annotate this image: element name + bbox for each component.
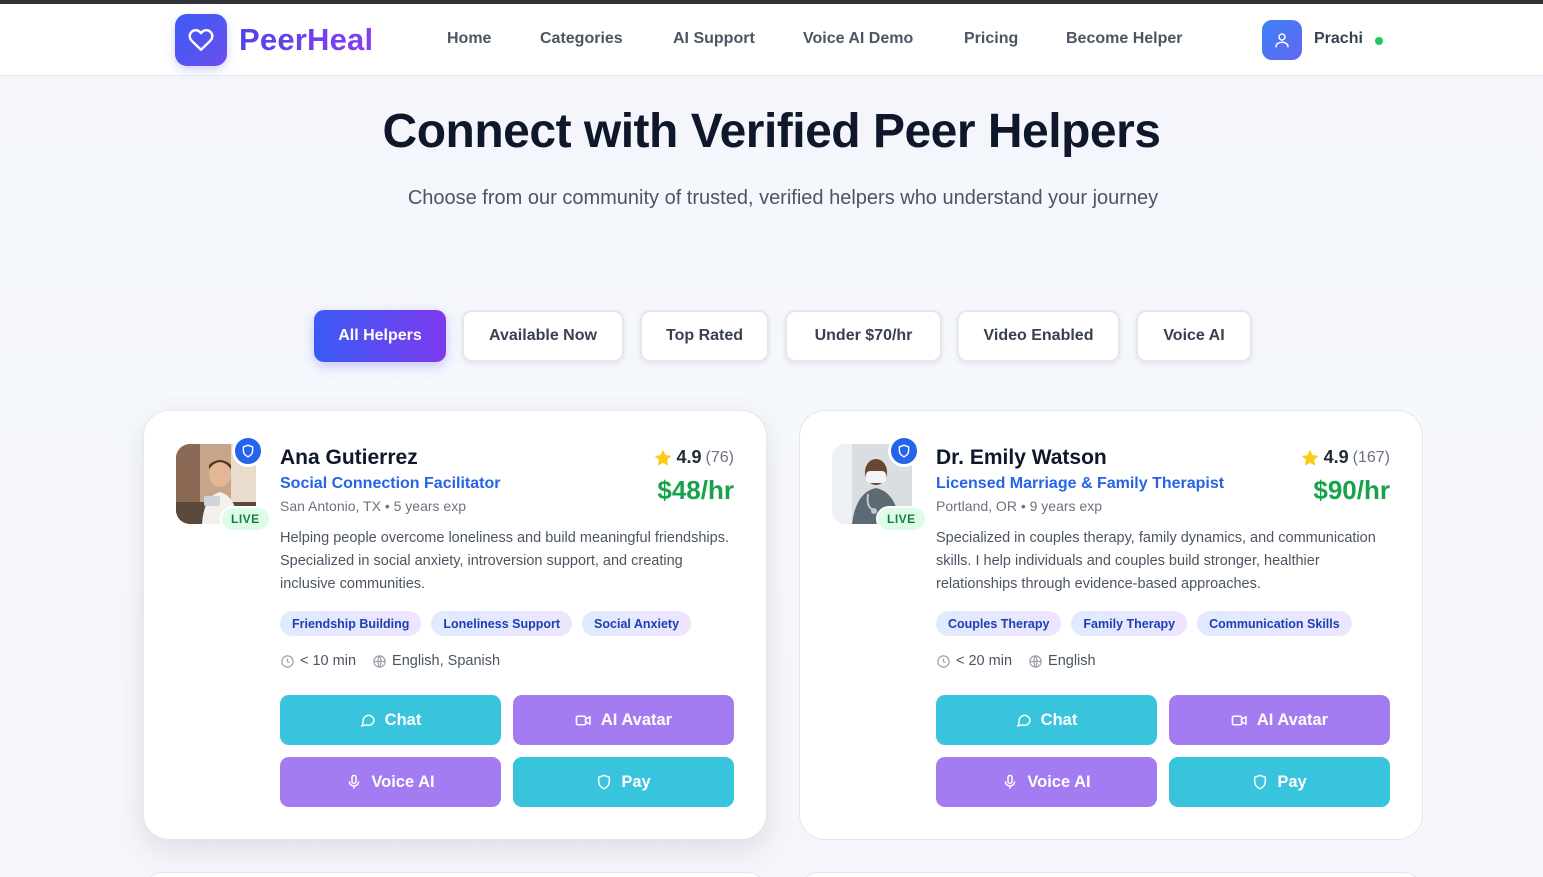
helper-price: $90/hr xyxy=(1313,475,1390,505)
clock-icon xyxy=(281,654,294,668)
star-icon xyxy=(1301,449,1318,466)
nav-link-voice-ai-demo[interactable]: Voice AI Demo xyxy=(803,30,913,48)
ai-avatar-button[interactable]: AI Avatar xyxy=(513,695,734,745)
helper-meta: Portland, OR • 9 years exp xyxy=(936,498,1102,514)
helper-info: < 20 min English xyxy=(936,653,1096,669)
nav-link-pricing[interactable]: Pricing xyxy=(964,30,1018,48)
clock-icon xyxy=(937,654,950,668)
chat-button[interactable]: Chat xyxy=(280,695,501,745)
helper-location: Portland, OR xyxy=(936,498,1017,514)
helper-location: San Antonio, TX xyxy=(280,498,381,514)
filter-available-now[interactable]: Available Now xyxy=(462,310,624,362)
ai-avatar-button[interactable]: AI Avatar xyxy=(1169,695,1390,745)
languages: English, Spanish xyxy=(392,653,501,669)
nav-link-categories[interactable]: Categories xyxy=(540,30,623,48)
helper-card-partial[interactable] xyxy=(143,872,767,877)
pay-button[interactable]: Pay xyxy=(513,757,734,807)
chat-bubble-icon xyxy=(360,714,375,728)
logo-badge[interactable] xyxy=(175,14,227,66)
microphone-icon xyxy=(1004,774,1016,789)
helper-card[interactable]: LIVE Dr. Emily Watson Licensed Marriage … xyxy=(799,410,1423,840)
helper-card-partial[interactable] xyxy=(799,872,1423,877)
shield-icon xyxy=(598,774,611,790)
helper-experience: 5 years exp xyxy=(393,498,466,514)
helper-card[interactable]: LIVE Ana Gutierrez Social Connection Fac… xyxy=(143,410,767,840)
user-avatar[interactable] xyxy=(1262,20,1302,60)
helper-experience: 9 years exp xyxy=(1029,498,1102,514)
ai-avatar-button-label: AI Avatar xyxy=(1256,710,1329,729)
chat-button-label: Chat xyxy=(384,710,422,729)
helper-meta: San Antonio, TX • 5 years exp xyxy=(280,498,466,514)
specialty-tag: Social Anxiety xyxy=(582,611,692,636)
specialty-tag: Family Therapy xyxy=(1071,611,1188,636)
response-time: < 10 min xyxy=(300,653,357,669)
helper-info: < 10 min English, Spanish xyxy=(280,653,500,669)
globe-icon xyxy=(1029,654,1042,668)
helper-name[interactable]: Dr. Emily Watson xyxy=(936,446,1107,470)
helper-role: Social Connection Facilitator xyxy=(280,475,501,492)
microphone-icon xyxy=(348,774,360,789)
voice-ai-button-label: Voice AI xyxy=(371,772,435,791)
nav-link-become-helper[interactable]: Become Helper xyxy=(1066,30,1183,48)
verified-badge xyxy=(232,435,264,467)
filter-top-rated[interactable]: Top Rated xyxy=(640,310,769,362)
voice-ai-button-label: Voice AI xyxy=(1027,772,1091,791)
verified-badge xyxy=(888,435,920,467)
filter-video-enabled[interactable]: Video Enabled xyxy=(957,310,1120,362)
specialty-tag: Couples Therapy xyxy=(936,611,1062,636)
chat-button-label: Chat xyxy=(1040,710,1078,729)
helper-rating: 4.9 (167) xyxy=(1300,447,1390,468)
filter-voice-ai[interactable]: Voice AI xyxy=(1136,310,1252,362)
navbar: PeerHeal Home Categories AI Support Voic… xyxy=(0,4,1543,76)
live-badge: LIVE xyxy=(876,506,927,532)
filter-all-helpers[interactable]: All Helpers xyxy=(314,310,446,362)
page-subtitle: Choose from our community of trusted, ve… xyxy=(407,187,1159,209)
helper-price: $48/hr xyxy=(657,475,734,505)
video-camera-icon xyxy=(575,714,591,726)
voice-ai-button[interactable]: Voice AI xyxy=(280,757,501,807)
specialty-tag: Friendship Building xyxy=(280,611,422,636)
review-count: (76) xyxy=(705,448,734,466)
live-badge: LIVE xyxy=(220,506,271,532)
review-count: (167) xyxy=(1352,448,1390,466)
helper-name[interactable]: Ana Gutierrez xyxy=(280,446,418,470)
online-status-dot xyxy=(1375,37,1383,45)
rating-value: 4.9 xyxy=(676,447,702,467)
chat-bubble-icon xyxy=(1016,714,1031,728)
video-camera-icon xyxy=(1231,714,1247,726)
user-icon xyxy=(1275,33,1289,48)
helper-description: Specialized in couples therapy, family d… xyxy=(936,530,1376,592)
nav-link-home[interactable]: Home xyxy=(447,30,491,48)
heart-icon xyxy=(188,29,214,51)
star-icon xyxy=(654,449,671,466)
specialty-tag: Loneliness Support xyxy=(431,611,573,636)
chat-button[interactable]: Chat xyxy=(936,695,1157,745)
voice-ai-button[interactable]: Voice AI xyxy=(936,757,1157,807)
shield-icon xyxy=(1254,774,1267,790)
pay-button[interactable]: Pay xyxy=(1169,757,1390,807)
brand-name[interactable]: PeerHeal xyxy=(239,22,373,58)
user-name[interactable]: Prachi xyxy=(1314,30,1363,48)
pay-button-label: Pay xyxy=(1277,772,1307,791)
response-time: < 20 min xyxy=(956,653,1013,669)
nav-link-ai-support[interactable]: AI Support xyxy=(673,30,755,48)
helper-role: Licensed Marriage & Family Therapist xyxy=(936,475,1225,492)
helper-description: Helping people overcome loneliness and b… xyxy=(280,530,729,592)
languages: English xyxy=(1048,653,1096,669)
pay-button-label: Pay xyxy=(621,772,651,791)
globe-icon xyxy=(373,654,386,668)
specialty-tag: Communication Skills xyxy=(1197,611,1352,636)
specialty-tags: Couples Therapy Family Therapy Communica… xyxy=(936,611,1352,636)
filter-under-70[interactable]: Under $70/hr xyxy=(785,310,942,362)
page-title: Connect with Verified Peer Helpers xyxy=(382,105,1161,158)
rating-value: 4.9 xyxy=(1323,447,1349,467)
helper-rating: 4.9 (76) xyxy=(653,447,734,468)
shield-icon xyxy=(898,444,910,458)
ai-avatar-button-label: AI Avatar xyxy=(600,710,673,729)
specialty-tags: Friendship Building Loneliness Support S… xyxy=(280,611,692,636)
shield-icon xyxy=(242,444,254,458)
